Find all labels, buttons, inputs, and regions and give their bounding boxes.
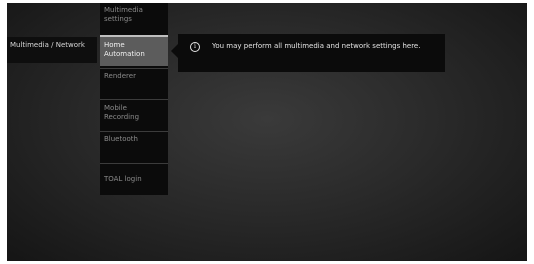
menu-item-label: Bluetooth <box>104 135 138 143</box>
nav-item-multimedia-network[interactable]: Multimedia / Network <box>7 37 97 63</box>
menu-item-multimedia-settings[interactable]: Multimedia settings <box>100 3 168 34</box>
menu-item-mobile-recording[interactable]: Mobile Recording <box>100 99 168 131</box>
info-icon: i <box>190 42 200 52</box>
info-tooltip-arrow <box>171 44 178 58</box>
menu-item-label: Home Automation <box>104 41 145 58</box>
submenu: Multimedia settings Home Automation Rend… <box>100 3 168 195</box>
menu-item-label: Multimedia settings <box>104 6 143 23</box>
menu-item-label: TOAL login <box>104 175 142 183</box>
info-tooltip: i You may perform all multimedia and net… <box>178 34 445 72</box>
screen: Multimedia / Network Multimedia settings… <box>7 3 527 261</box>
menu-item-toal-login[interactable]: TOAL login <box>100 163 168 195</box>
menu-item-renderer[interactable]: Renderer <box>100 68 168 99</box>
menu-item-label: Renderer <box>104 72 136 80</box>
nav-item-label: Multimedia / Network <box>10 41 85 49</box>
menu-item-home-automation[interactable]: Home Automation <box>100 35 168 66</box>
menu-item-label: Mobile Recording <box>104 104 140 121</box>
menu-item-bluetooth[interactable]: Bluetooth <box>100 131 168 162</box>
info-text: You may perform all multimedia and netwo… <box>212 42 421 50</box>
